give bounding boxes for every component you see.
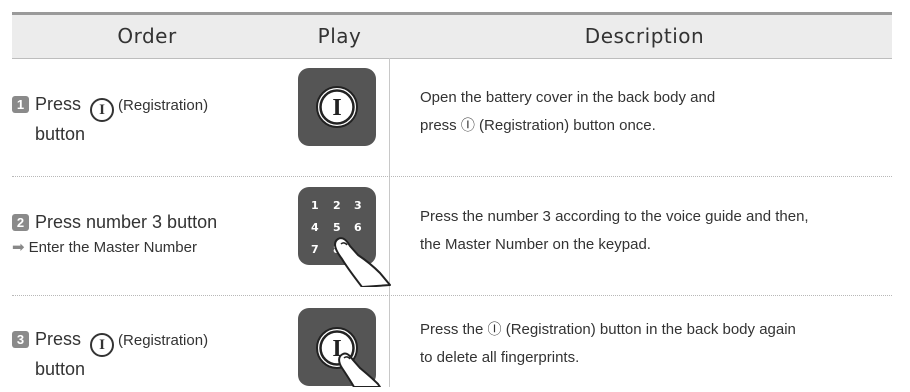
step-number-badge: 2	[12, 214, 29, 231]
keypad-key: 4	[311, 221, 319, 234]
order-text: Press number 3 button	[35, 212, 218, 232]
arrow-right-icon: ➡	[12, 239, 25, 256]
description-cell: Press the Ⓘ (Registration) button in the…	[420, 316, 890, 372]
order-cell: 1 Press I (Registration) button	[12, 92, 280, 146]
registration-circled-i-icon: Ⓘ	[460, 118, 475, 134]
registration-glyph: I	[332, 95, 341, 121]
table-header: Order Play Description	[12, 15, 892, 59]
description-line: press Ⓘ (Registration) button once.	[420, 112, 890, 140]
order-cell: 3 Press I (Registration) button	[12, 327, 280, 381]
description-line: Press the Ⓘ (Registration) button in the…	[420, 316, 890, 344]
registration-press-icon: I	[298, 308, 398, 388]
order-press-text: Press	[35, 94, 82, 114]
keypad-key: 7	[311, 243, 319, 256]
order-registration-text: (Registration)	[118, 97, 209, 114]
description-cell: Open the battery cover in the back body …	[420, 84, 890, 140]
description-cell: Press the number 3 according to the voic…	[420, 203, 890, 259]
table-row: 3 Press I (Registration) button I Press th…	[12, 296, 892, 388]
description-text: Press the	[420, 321, 484, 338]
order-button-text: button	[35, 124, 86, 144]
registration-symbol-icon: I	[90, 98, 115, 122]
keypad-key: 2	[333, 199, 341, 212]
keypad-press-icon: 1 2 3 4 5 6 7 8	[298, 187, 398, 288]
header-order: Order	[117, 24, 177, 48]
keypad-key: 5	[333, 221, 341, 234]
registration-button-icon: I	[298, 68, 376, 146]
registration-symbol-icon: I	[90, 333, 115, 357]
description-line: to delete all fingerprints.	[420, 349, 580, 366]
keypad-key: 1	[311, 199, 319, 212]
header-play: Play	[317, 24, 362, 48]
description-text: (Registration) button once.	[479, 117, 656, 134]
table-row: 1 Press I (Registration) button I Open the…	[12, 58, 892, 176]
order-press-text: Press	[35, 329, 82, 349]
step-number-badge: 3	[12, 331, 29, 348]
order-subtext: Enter the Master Number	[28, 239, 197, 256]
registration-circled-i-icon: Ⓘ	[487, 322, 502, 338]
description-line: Press the number 3 according to the voic…	[420, 208, 809, 225]
order-button-text: button	[35, 359, 86, 379]
description-text: (Registration) button in the back body a…	[505, 321, 796, 338]
description-line: the Master Number on the keypad.	[420, 236, 651, 253]
keypad-key: 3	[354, 199, 362, 212]
instruction-table: Order Play Description 1 Press I (Registra…	[12, 12, 892, 388]
order-cell: 2 Press number 3 button ➡ Enter the Master…	[12, 210, 280, 260]
description-line: Open the battery cover in the back body …	[420, 89, 716, 106]
order-registration-text: (Registration)	[118, 332, 209, 349]
header-description: Description	[584, 24, 705, 48]
description-text: press	[420, 117, 457, 134]
step-number-badge: 1	[12, 96, 29, 113]
table-row: 2 Press number 3 button ➡ Enter the Master…	[12, 177, 892, 295]
keypad-key: 6	[354, 221, 362, 234]
